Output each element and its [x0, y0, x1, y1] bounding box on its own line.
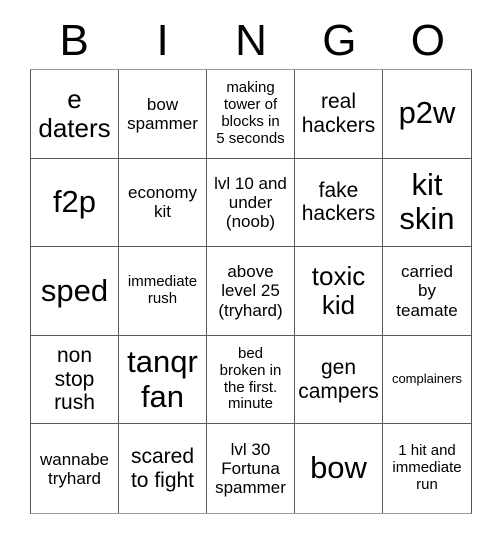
bingo-header-letter-b: B	[59, 16, 89, 65]
bingo-cell[interactable]: non stop rush	[31, 335, 119, 425]
bingo-cell-label: p2w	[398, 95, 456, 131]
bingo-cell-label: scared to fight	[130, 445, 195, 492]
bingo-cell-label: gen campers	[298, 356, 379, 403]
bingo-cell[interactable]: gen campers	[295, 335, 383, 425]
bingo-cell-label: tanqr fan	[127, 343, 198, 414]
bingo-cell-label: wannabe tryhard	[39, 449, 109, 488]
bingo-cell-label: immediate rush	[127, 273, 198, 307]
bingo-cell[interactable]: immediate rush	[119, 247, 207, 336]
bingo-cell[interactable]: fake hackers	[295, 158, 383, 248]
bingo-cell[interactable]: sped	[31, 247, 119, 336]
bingo-header-row: B I N G O	[30, 14, 472, 68]
bingo-cell[interactable]: real hackers	[295, 70, 383, 159]
bingo-cell-label: complainers	[391, 371, 463, 387]
bingo-cell-label: real hackers	[301, 90, 376, 137]
bingo-cell[interactable]: lvl 30 Fortuna spammer	[207, 424, 295, 513]
bingo-cell-label: 1 hit and immediate run	[392, 442, 462, 494]
bingo-cell[interactable]: bow spammer	[119, 70, 207, 159]
bingo-cell[interactable]: f2p	[31, 158, 119, 248]
bingo-cell[interactable]: carried by teamate	[383, 247, 471, 336]
bingo-cell-label: f2p	[52, 184, 97, 220]
bingo-cell-label: kit skin	[399, 166, 455, 237]
bingo-header-letter-o: O	[410, 16, 445, 65]
bingo-cell[interactable]: making tower of blocks in 5 seconds	[207, 70, 295, 159]
bingo-header-letter-n: N	[235, 16, 267, 65]
bingo-cell[interactable]: complainers	[383, 335, 471, 425]
bingo-cell-label: lvl 30 Fortuna spammer	[215, 440, 286, 498]
bingo-cell-label: bow	[310, 450, 367, 486]
bingo-cell[interactable]: bed broken in the first. minute	[207, 335, 295, 425]
bingo-cell-label: non stop rush	[54, 344, 95, 415]
bingo-cell-label: sped	[40, 272, 109, 308]
bingo-cell-label: above level 25 (tryhard)	[218, 262, 283, 320]
bingo-cell-label: e daters	[38, 83, 111, 143]
bingo-cell[interactable]: bow	[295, 424, 383, 513]
bingo-cell-label: bow spammer	[127, 94, 198, 133]
bingo-cell[interactable]: e daters	[31, 70, 119, 159]
bingo-cell-label: bed broken in the first. minute	[219, 345, 282, 413]
bingo-cell[interactable]: scared to fight	[119, 424, 207, 513]
bingo-cell-label: toxic kid	[311, 260, 366, 320]
bingo-header-letter-g: G	[322, 16, 357, 65]
bingo-card: B I N G O e daters bow spammer making to…	[0, 0, 500, 544]
bingo-grid: e daters bow spammer making tower of blo…	[30, 69, 472, 514]
bingo-cell-label: fake hackers	[301, 178, 376, 226]
bingo-header-letter-i: I	[156, 16, 169, 65]
bingo-cell-label: lvl 10 and under (noob)	[214, 173, 287, 231]
bingo-cell[interactable]: economy kit	[119, 158, 207, 248]
bingo-cell[interactable]: above level 25 (tryhard)	[207, 247, 295, 336]
bingo-cell[interactable]: toxic kid	[295, 247, 383, 336]
bingo-cell[interactable]: p2w	[383, 70, 471, 159]
bingo-cell[interactable]: lvl 10 and under (noob)	[207, 158, 295, 248]
bingo-cell-label: carried by teamate	[396, 262, 458, 320]
bingo-cell[interactable]: wannabe tryhard	[31, 424, 119, 513]
bingo-cell[interactable]: 1 hit and immediate run	[383, 424, 471, 513]
bingo-cell[interactable]: tanqr fan	[119, 335, 207, 425]
bingo-cell-label: making tower of blocks in 5 seconds	[216, 79, 285, 147]
bingo-cell[interactable]: kit skin	[383, 158, 471, 248]
bingo-cell-label: economy kit	[128, 183, 197, 222]
